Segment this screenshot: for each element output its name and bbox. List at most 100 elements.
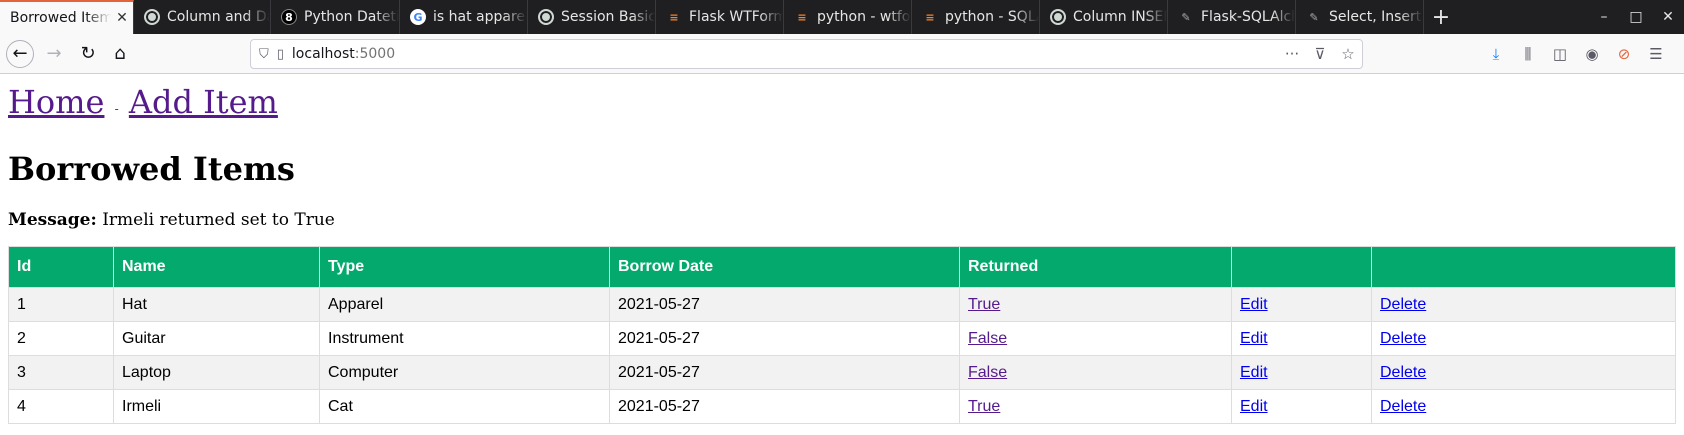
cell-returned: True	[959, 287, 1232, 322]
flask-icon: ✎	[1181, 10, 1191, 24]
cell-delete: Delete	[1371, 355, 1676, 390]
address-bar[interactable]: ⛉ ▯ localhost:5000 ··· ⊽ ☆	[250, 39, 1363, 69]
header-returned: Returned	[959, 246, 1232, 288]
cell-edit: Edit	[1231, 321, 1372, 356]
cell-id: 4	[8, 389, 114, 424]
tab-google-search[interactable]: G is hat apparel	[400, 0, 528, 34]
delete-link[interactable]: Delete	[1380, 398, 1426, 415]
cell-returned: False	[959, 355, 1232, 390]
top-nav: Home - Add Item	[8, 82, 1676, 129]
cell-delete: Delete	[1371, 321, 1676, 356]
library-icon[interactable]: ⫼	[1512, 45, 1544, 63]
cell-id: 1	[8, 287, 114, 322]
tab-label: Select, Insert,	[1329, 9, 1423, 25]
delete-link[interactable]: Delete	[1380, 296, 1426, 313]
table-header-row: Id Name Type Borrow Date Returned	[8, 246, 1676, 288]
download-icon[interactable]: ⤓	[1480, 45, 1512, 63]
back-arrow-icon[interactable]: ←	[6, 39, 34, 68]
new-tab-button[interactable]: +	[1424, 0, 1458, 34]
tab-label: Column INSERT	[1073, 9, 1167, 25]
tab-python-datetime[interactable]: 8 Python Datetime	[271, 0, 400, 34]
tab-flask-wtforms[interactable]: ≡ Flask WTForms	[656, 0, 784, 34]
extension-icon[interactable]: ⊘	[1608, 45, 1640, 63]
window-controls: – □ ✕	[1588, 0, 1684, 34]
bookmark-star-icon[interactable]: ☆	[1334, 45, 1362, 63]
edit-link[interactable]: Edit	[1240, 296, 1268, 313]
tab-label: python - SQLA	[945, 9, 1039, 25]
home-link[interactable]: Home	[8, 83, 104, 121]
tab-session-basics[interactable]: Session Basics	[528, 0, 656, 34]
cell-date: 2021-05-27	[609, 355, 960, 390]
tab-label: Session Basics	[561, 9, 655, 25]
maximize-icon[interactable]: □	[1620, 9, 1652, 25]
home-icon[interactable]: ⌂	[106, 40, 134, 68]
header-type: Type	[319, 246, 610, 288]
tab-select-insert[interactable]: ✎ Select, Insert,	[1296, 0, 1424, 34]
cell-name: Laptop	[113, 355, 320, 390]
cell-type: Apparel	[319, 287, 610, 322]
edit-link[interactable]: Edit	[1240, 330, 1268, 347]
google-icon: G	[410, 9, 426, 25]
dark-icon: 8	[281, 9, 297, 25]
page-icon: ▯	[276, 46, 284, 62]
header-delete	[1371, 246, 1676, 288]
tab-label: Python Datetime	[304, 9, 399, 25]
tab-column-and-data[interactable]: Column and Data	[134, 0, 271, 34]
sidebar-icon[interactable]: ◫	[1544, 45, 1576, 63]
cell-edit: Edit	[1231, 287, 1372, 322]
cell-type: Cat	[319, 389, 610, 424]
navigation-toolbar: ← → ↻ ⌂ ⛉ ▯ localhost:5000 ··· ⊽ ☆ ⤓ ⫼ ◫…	[0, 34, 1684, 74]
cell-name: Guitar	[113, 321, 320, 356]
cell-type: Computer	[319, 355, 610, 390]
cell-date: 2021-05-27	[609, 389, 960, 424]
header-edit	[1231, 246, 1372, 288]
flask-icon: ✎	[1309, 10, 1319, 24]
tab-label: is hat apparel	[433, 9, 527, 25]
tab-python-sqla[interactable]: ≡ python - SQLA	[912, 0, 1040, 34]
header-borrow-date: Borrow Date	[609, 246, 960, 288]
edit-link[interactable]: Edit	[1240, 364, 1268, 381]
pocket-icon[interactable]: ⊽	[1306, 45, 1334, 63]
stackoverflow-icon: ≡	[669, 10, 679, 24]
add-item-link[interactable]: Add Item	[129, 83, 278, 121]
table-row: 4 Irmeli Cat 2021-05-27 True Edit Delete	[8, 389, 1676, 424]
page-content: Home - Add Item Borrowed Items Message: …	[0, 82, 1684, 424]
close-window-icon[interactable]: ✕	[1652, 9, 1684, 25]
cell-delete: Delete	[1371, 287, 1676, 322]
minimize-icon[interactable]: –	[1588, 9, 1620, 25]
toolbar-right: ⤓ ⫼ ◫ ◉ ⊘ ☰	[1480, 45, 1672, 63]
menu-icon[interactable]: ☰	[1640, 45, 1672, 63]
items-table: Id Name Type Borrow Date Returned 1 Hat …	[8, 246, 1676, 424]
site-icon	[1050, 9, 1066, 25]
shield-icon[interactable]: ⛉	[259, 47, 269, 62]
delete-link[interactable]: Delete	[1380, 330, 1426, 347]
tab-label: Borrowed Items	[10, 10, 111, 26]
flash-message: Message: Irmeli returned set to True	[8, 209, 1676, 231]
returned-toggle-link[interactable]: False	[968, 364, 1007, 381]
returned-toggle-link[interactable]: False	[968, 330, 1007, 347]
tab-strip: Borrowed Items ✕ Column and Data 8 Pytho…	[0, 0, 1684, 34]
tab-label: Flask-SQLAlchemy	[1201, 9, 1295, 25]
cell-delete: Delete	[1371, 389, 1676, 424]
cell-name: Hat	[113, 287, 320, 322]
reload-icon[interactable]: ↻	[74, 40, 102, 68]
cell-id: 2	[8, 321, 114, 356]
forward-arrow-icon[interactable]: →	[40, 40, 68, 68]
tab-label: Column and Data	[167, 9, 270, 25]
close-icon[interactable]: ✕	[111, 10, 133, 26]
tab-python-wtforms[interactable]: ≡ python - wtforms	[784, 0, 912, 34]
account-icon[interactable]: ◉	[1576, 45, 1608, 63]
edit-link[interactable]: Edit	[1240, 398, 1268, 415]
tab-borrowed-items[interactable]: Borrowed Items ✕	[0, 0, 134, 34]
returned-toggle-link[interactable]: True	[968, 296, 1000, 313]
cell-type: Instrument	[319, 321, 610, 356]
more-actions-icon[interactable]: ···	[1278, 45, 1306, 63]
cell-returned: False	[959, 321, 1232, 356]
cell-returned: True	[959, 389, 1232, 424]
tab-flask-sqlalchemy[interactable]: ✎ Flask-SQLAlchemy	[1168, 0, 1296, 34]
table-row: 1 Hat Apparel 2021-05-27 True Edit Delet…	[8, 287, 1676, 322]
nav-separator: -	[114, 102, 119, 116]
returned-toggle-link[interactable]: True	[968, 398, 1000, 415]
tab-column-insert[interactable]: Column INSERT	[1040, 0, 1168, 34]
delete-link[interactable]: Delete	[1380, 364, 1426, 381]
